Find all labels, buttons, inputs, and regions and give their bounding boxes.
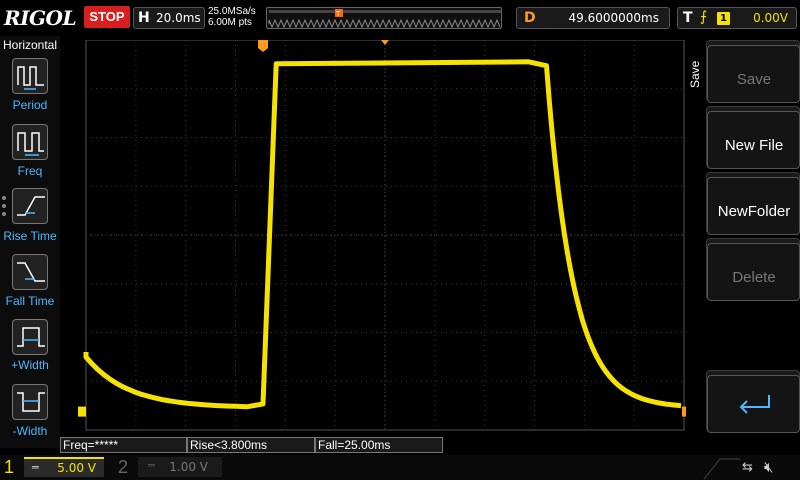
mute-icon[interactable]: 🔇︎ [764,458,773,476]
freq-button[interactable] [12,124,48,160]
neg-width-icon [17,392,45,412]
new-folder-button-label: NewFolder [717,203,791,220]
new-folder-button[interactable]: NewFolder [706,172,800,235]
measure-panel: Horizontal Period Freq Rise Time Fall Ti… [0,36,60,448]
delay-letter: D [524,10,536,26]
rise-time-label: Rise Time [3,229,57,243]
rigol-logo: RIGOL [4,6,77,30]
fall-readout[interactable]: Fall=25.00ms [315,437,443,453]
ch2-number[interactable]: 2 [118,457,128,478]
trigger-position-marker[interactable] [258,40,269,52]
top-bar: RIGOL STOP H 20.0ms 25.0MSa/s 6.00M pts … [0,0,800,36]
enter-return-icon [739,395,770,414]
new-file-button-label: New File [724,137,784,154]
ch2-scale: 1.00 V [169,460,208,474]
save-menu-panel: Save Save New File NewFolder Delete [686,36,800,448]
ch2-coupling-icon: ═ [148,459,155,472]
enter-button[interactable] [706,370,800,433]
freq-icon [17,132,44,156]
center-time-marker [381,40,389,45]
svg-text:T: T [335,10,341,18]
freq-label: Freq [17,164,43,178]
ch1-scale-box[interactable]: ═ 5.00 V [24,457,104,477]
bar-decoration [703,458,740,480]
page-indicator [2,196,7,220]
waveform-display[interactable] [78,39,694,438]
fall-time-label: Fall Time [5,294,55,308]
delay-value: 49.6000000ms [568,11,659,25]
rise-time-icon [17,196,45,216]
run-stop-button[interactable]: STOP [84,6,130,28]
horizontal-timebase-box[interactable]: H 20.0ms [133,7,205,29]
sample-rate: 25.0MSa/s [208,6,256,17]
save-button[interactable]: Save [706,40,800,103]
period-button[interactable] [12,58,48,94]
new-file-button[interactable]: New File [706,106,800,169]
fall-time-icon [17,262,45,282]
rising-edge-icon: ⨍ [700,9,708,25]
horizontal-letter: H [138,10,150,26]
freq-readout[interactable]: Freq=***** [60,437,187,453]
period-label: Period [12,98,48,112]
trigger-source: 1 [717,12,730,25]
timebase-value: 20.0ms [156,11,201,25]
delay-box[interactable]: D 49.6000000ms [516,7,670,29]
trigger-letter: T [683,10,693,26]
rise-readout[interactable]: Rise<3.800ms [187,437,315,453]
waveform-grid [78,39,690,431]
ch1-trace [83,59,682,410]
ch1-ground-marker[interactable] [78,406,86,417]
ch1-number[interactable]: 1 [4,457,14,478]
trigger-box[interactable]: T ⨍ 1 0.00V [677,7,797,29]
ch1-scale: 5.00 V [57,461,96,475]
acquisition-info: 25.0MSa/s 6.00M pts [208,6,256,28]
memory-waveform-overview: T [268,9,501,28]
fall-time-button[interactable] [12,254,48,290]
ch2-scale-box[interactable]: ═ 1.00 V [138,457,222,477]
save-button-label: Save [736,71,772,88]
neg-width-button[interactable] [12,384,48,420]
memory-overview-strip[interactable]: T [266,7,502,29]
memory-depth: 6.00M pts [208,17,252,28]
ch1-coupling-icon: ═ [32,461,39,474]
save-menu-tab: Save [686,36,706,448]
period-icon [17,66,44,90]
delete-button-label: Delete [732,269,776,286]
trigger-level: 0.00V [753,11,788,25]
pos-width-label: +Width [11,358,49,372]
neg-width-label: -Width [12,424,48,438]
rise-time-button[interactable] [12,188,48,224]
measure-panel-title: Horizontal [2,38,58,52]
channel-bar: 1 ═ 5.00 V 2 ═ 1.00 V ⇆ 🔇︎ [0,455,800,480]
usb-icon: ⇆ [742,460,753,475]
pos-width-icon [17,327,45,347]
save-menu-tab-label: Save [688,60,702,88]
delete-button[interactable]: Delete [706,238,800,301]
pos-width-button[interactable] [12,319,48,355]
